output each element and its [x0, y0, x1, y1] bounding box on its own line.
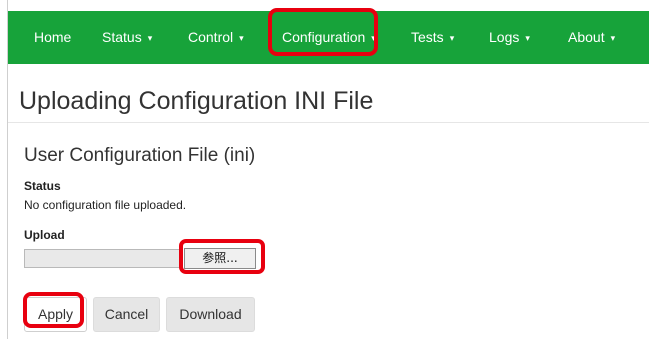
nav-status-label: Status — [102, 29, 142, 45]
nav-configuration-label: Configuration — [282, 29, 366, 45]
nav-control-label: Control — [188, 29, 234, 45]
nav-about[interactable]: About ▾ — [568, 11, 615, 64]
nav-tests-label: Tests — [411, 29, 444, 45]
status-label: Status — [24, 179, 61, 193]
caret-down-icon: ▾ — [449, 33, 455, 43]
nav-status[interactable]: Status ▾ — [102, 11, 152, 64]
nav-logs[interactable]: Logs ▾ — [489, 11, 530, 64]
section-title: User Configuration File (ini) — [24, 145, 256, 166]
nav-logs-label: Logs — [489, 29, 520, 45]
nav-tests[interactable]: Tests ▾ — [411, 11, 454, 64]
status-text: No configuration file uploaded. — [24, 198, 187, 212]
caret-down-icon: ▾ — [239, 33, 244, 43]
nav-home[interactable]: Home — [34, 11, 71, 64]
file-path-field[interactable] — [24, 249, 181, 268]
caret-down-icon: ▾ — [525, 33, 530, 43]
top-navbar: Home Status ▾ Control ▾ Configuration ▾ Tes… — [8, 11, 649, 64]
caret-down-icon: ▾ — [371, 33, 376, 43]
nav-control[interactable]: Control ▾ — [188, 11, 244, 64]
browse-button[interactable]: 参照... — [184, 248, 256, 269]
apply-button[interactable]: Apply — [24, 297, 87, 332]
nav-about-label: About — [568, 29, 605, 45]
nav-home-label: Home — [34, 29, 72, 45]
caret-down-icon: ▾ — [147, 33, 153, 43]
divider — [8, 122, 649, 123]
upload-label: Upload — [24, 228, 65, 242]
nav-configuration[interactable]: Configuration ▾ — [282, 11, 376, 64]
page-title: Uploading Configuration INI File — [19, 87, 374, 115]
cancel-button[interactable]: Cancel — [93, 297, 160, 332]
download-button[interactable]: Download — [166, 297, 255, 332]
caret-down-icon: ▾ — [610, 33, 616, 43]
